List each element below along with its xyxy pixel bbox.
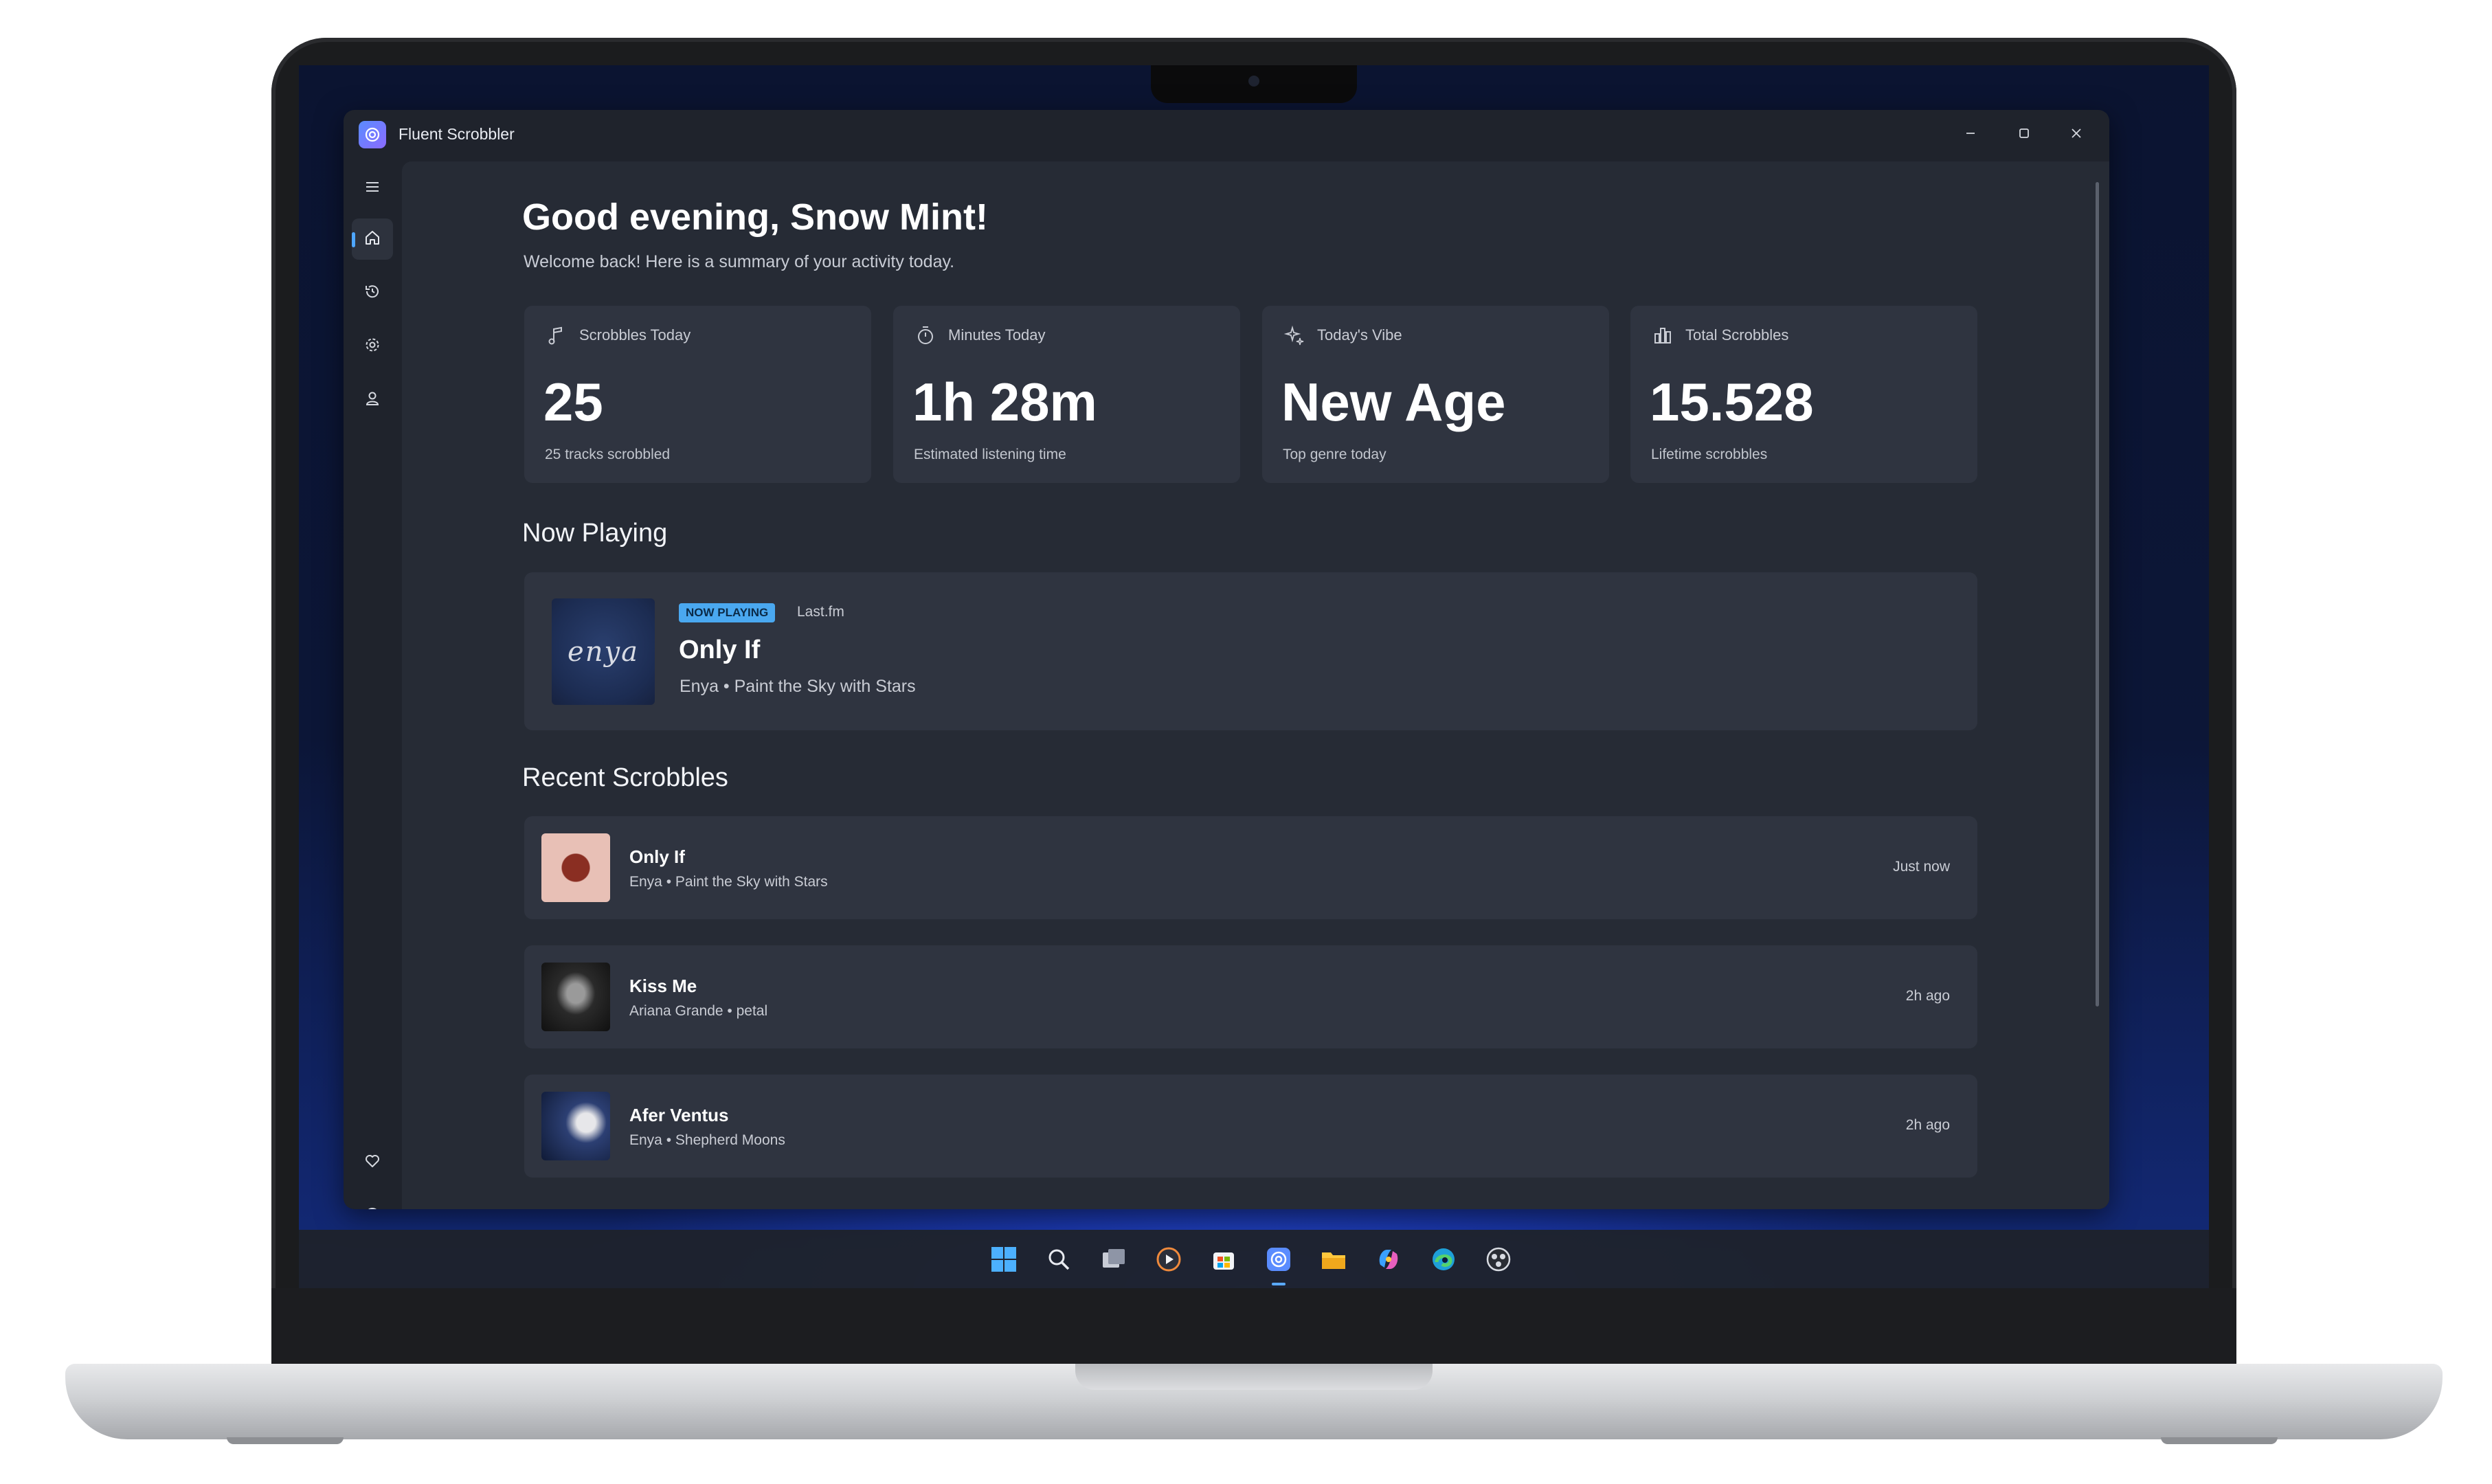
active-app-indicator [1272,1283,1286,1285]
nav-item-settings[interactable] [352,326,393,367]
stat-label: Today's Vibe [1317,326,1402,344]
stat-value: 1h 28m [912,372,1097,432]
copilot-icon[interactable] [1371,1241,1406,1277]
recent-scrobbles-heading: Recent Scrobbles [522,763,728,792]
minimize-button[interactable] [1951,120,1990,147]
search-icon[interactable] [1041,1241,1077,1277]
obs-icon[interactable] [1481,1241,1516,1277]
app-window: Fluent Scrobbler Good evening, Snow Mint… [344,110,2109,1209]
nav-item-history[interactable] [352,272,393,313]
album-art [541,833,610,902]
stat-value: 15.528 [1650,372,1814,432]
heart-icon [363,1151,382,1174]
stat-caption: 25 tracks scrobbled [545,447,671,462]
menu-icon[interactable] [352,166,393,207]
list-item[interactable]: Afer Ventus Enya • Shepherd Moons 2h ago [524,1075,1977,1178]
windows-start-icon[interactable] [986,1241,1022,1277]
stat-caption: Lifetime scrobbles [1651,447,1768,462]
stat-caption: Top genre today [1283,447,1387,462]
track-title: Afer Ventus [629,1105,729,1125]
nav-item-home[interactable] [352,218,393,260]
greeting-title: Good evening, Snow Mint! [522,196,988,238]
edge-icon[interactable] [1426,1241,1461,1277]
home-icon [363,228,382,251]
history-icon [363,282,382,304]
track-artist-album: Enya • Paint the Sky with Stars [680,677,916,696]
stat-label: Total Scrobbles [1685,326,1789,344]
store-icon[interactable] [1206,1241,1242,1277]
screen-bezel [271,1288,2236,1364]
task-view-icon[interactable] [1096,1241,1132,1277]
track-title: Only If [629,846,685,867]
nav-item-about[interactable] [352,1195,393,1209]
stat-card-total-scrobbles: Total Scrobbles 15.528 Lifetime scrobble… [1630,306,1977,483]
scrobble-time: 2h ago [1905,988,1950,1004]
now-playing-card[interactable]: enya NOW PLAYING Last.fm Only If Enya • … [524,572,1977,730]
track-artist-album: Enya • Shepherd Moons [629,1132,785,1148]
main-content: Good evening, Snow Mint! Welcome back! H… [402,161,2109,1209]
title-bar[interactable]: Fluent Scrobbler [344,110,2109,161]
stat-caption: Estimated listening time [914,447,1066,462]
nav-item-favorites[interactable] [352,1142,393,1183]
info-icon [363,1205,382,1209]
track-artist-album: Enya • Paint the Sky with Stars [629,874,828,890]
album-art-logo: enya [568,636,639,668]
timer-icon [914,324,937,347]
stat-value: 25 [543,372,603,432]
media-player-icon[interactable] [1151,1241,1187,1277]
now-playing-heading: Now Playing [522,519,668,548]
close-button[interactable] [2057,120,2096,147]
scrobble-time: 2h ago [1905,1117,1950,1133]
profile-icon [363,389,382,412]
list-item[interactable]: Kiss Me Ariana Grande • petal 2h ago [524,945,1977,1048]
window-title: Fluent Scrobbler [399,125,515,143]
source-label: Last.fm [797,604,844,620]
greeting-subtitle: Welcome back! Here is a summary of your … [524,252,955,271]
album-art [541,963,610,1031]
now-playing-badge: NOW PLAYING [679,603,776,622]
album-art: enya [552,598,655,705]
stat-card-minutes-today: Minutes Today 1h 28m Estimated listening… [893,306,1240,483]
track-title: Kiss Me [629,976,697,996]
sparkle-icon [1283,324,1306,347]
stat-label: Minutes Today [948,326,1046,344]
vertical-scrollbar[interactable] [2096,182,2099,1007]
fluent-scrobbler-icon[interactable] [1261,1241,1296,1285]
laptop-foot [227,1437,344,1444]
track-title: Only If [679,636,761,664]
file-explorer-icon[interactable] [1316,1241,1351,1277]
stat-label: Scrobbles Today [579,326,691,344]
settings-icon [363,335,382,358]
nav-item-profile[interactable] [352,379,393,420]
stat-value: New Age [1281,372,1506,432]
maximize-button[interactable] [2005,120,2043,147]
taskbar [299,1230,2209,1288]
track-artist-album: Ariana Grande • petal [629,1003,768,1019]
list-item[interactable]: Only If Enya • Paint the Sky with Stars … [524,816,1977,919]
laptop-foot [2161,1437,2278,1444]
album-art [541,1092,610,1160]
stat-card-scrobbles-today: Scrobbles Today 25 25 tracks scrobbled [524,306,871,483]
selection-indicator [352,232,355,247]
bar-chart-icon [1651,324,1674,347]
webcam [1248,76,1259,87]
navigation-pane [344,161,402,1209]
app-logo-icon [359,121,386,148]
laptop-opening-notch [1075,1364,1433,1390]
stat-card-todays-vibe: Today's Vibe New Age Top genre today [1262,306,1609,483]
music-note-icon [545,324,568,347]
scrobble-time: Just now [1893,859,1950,875]
